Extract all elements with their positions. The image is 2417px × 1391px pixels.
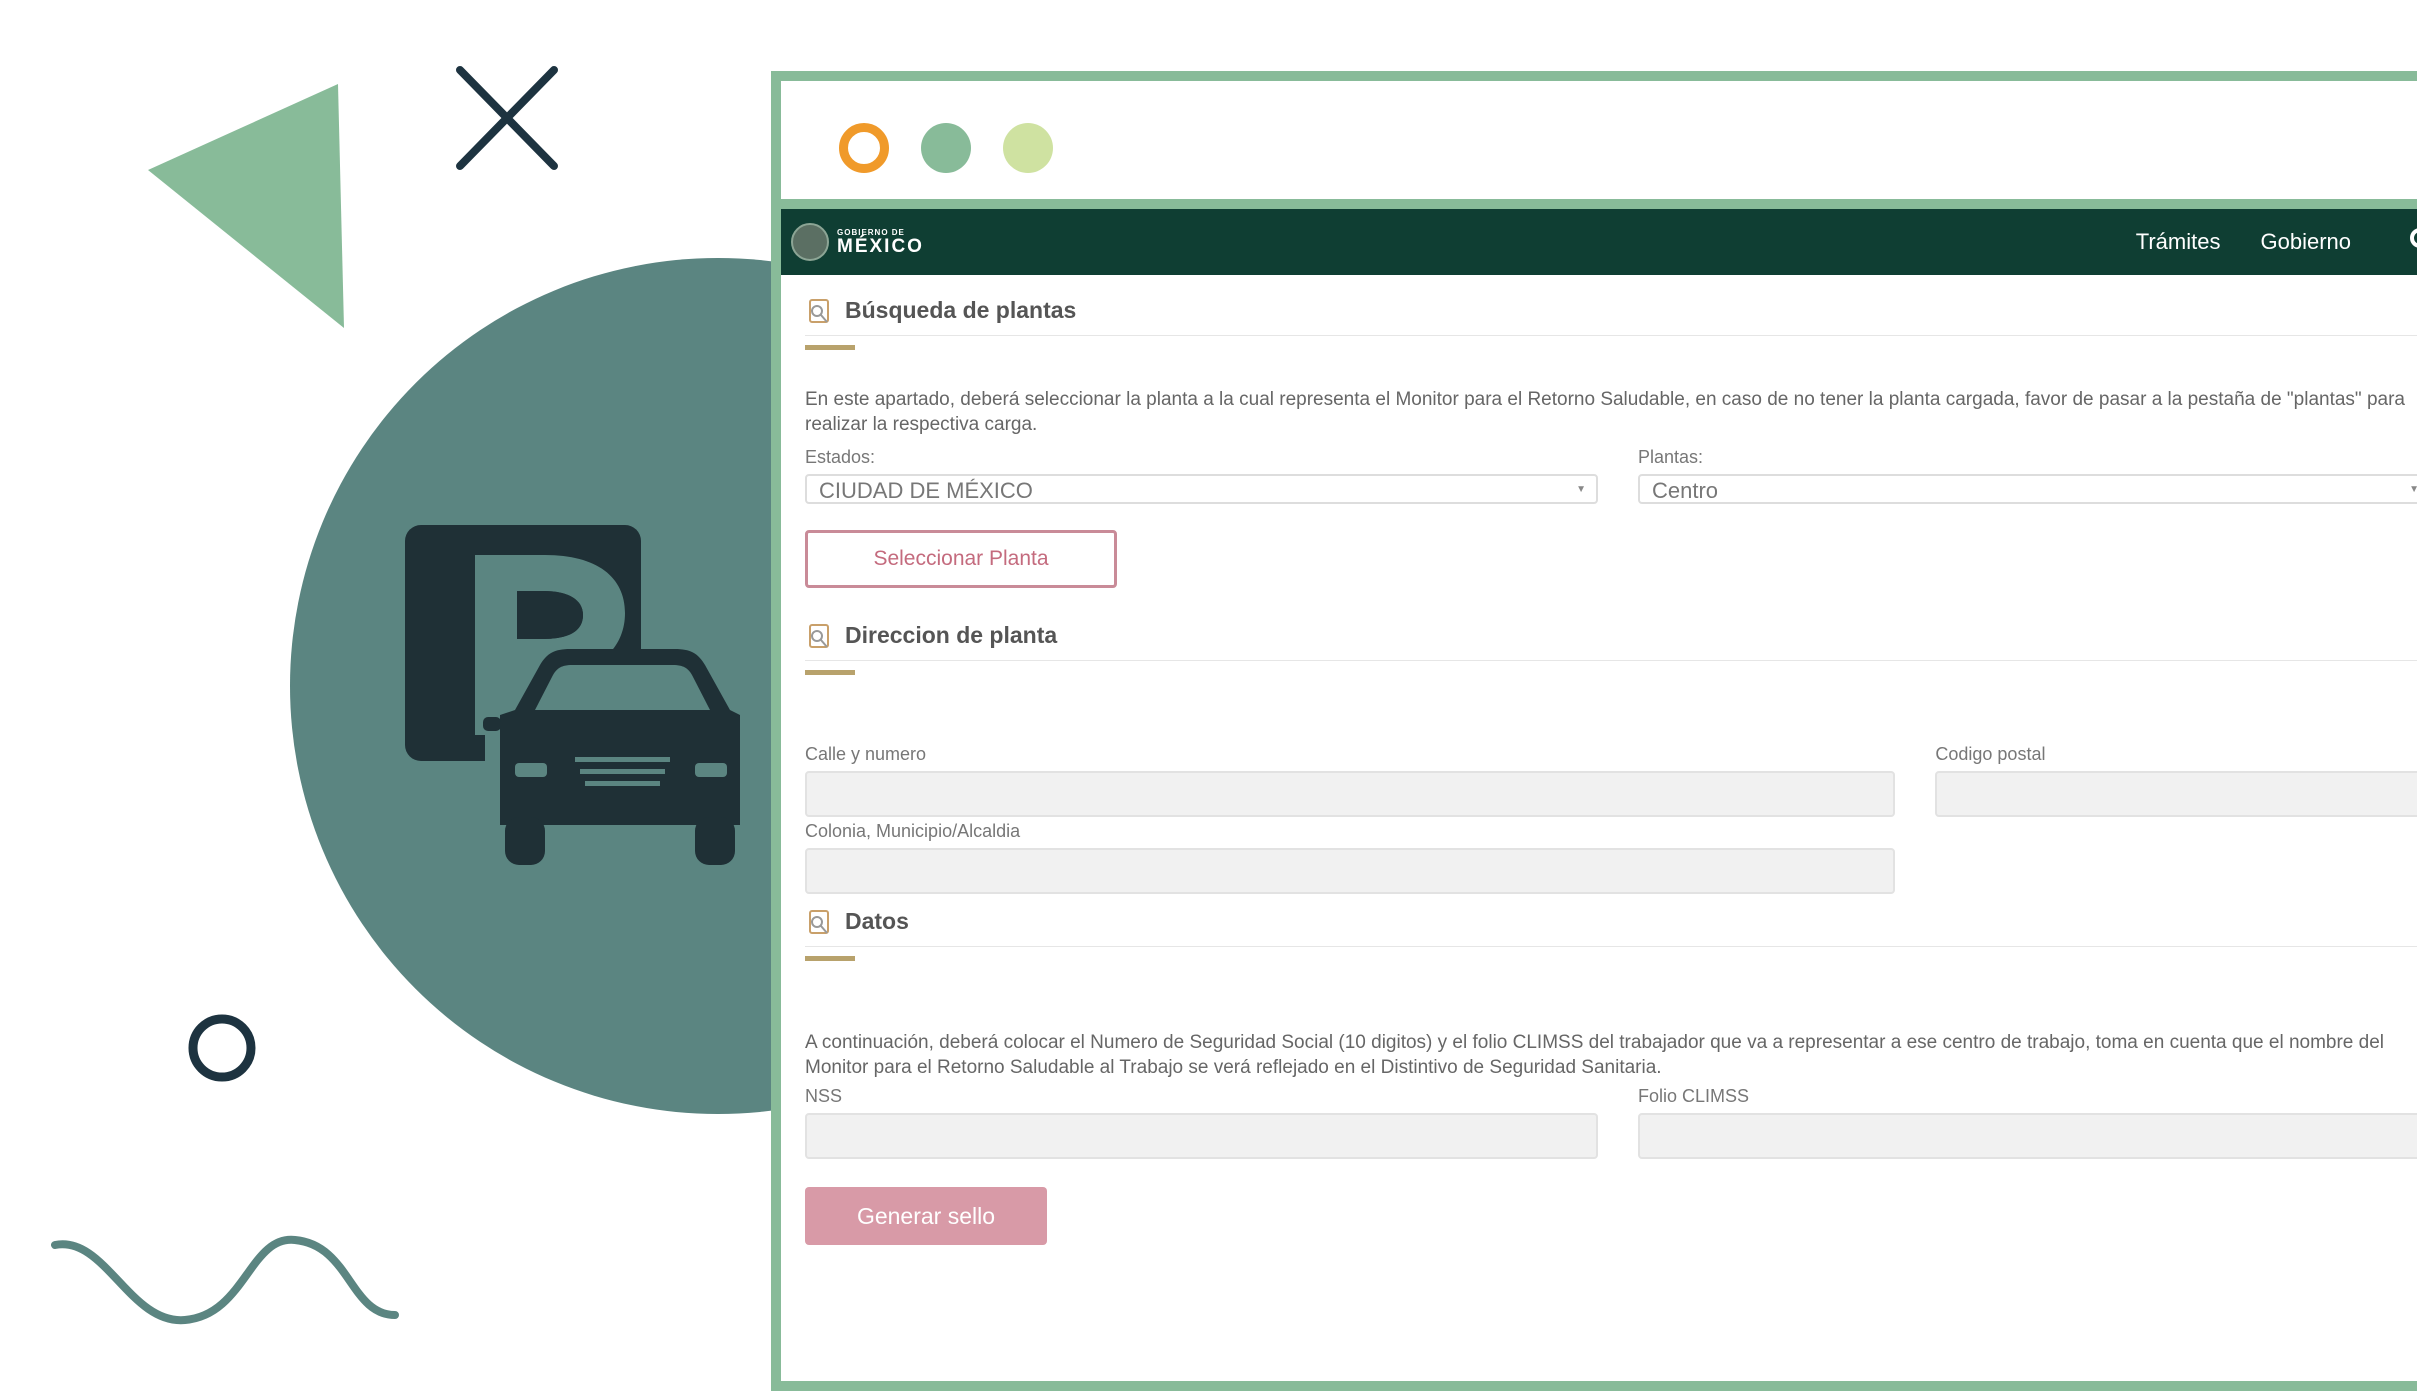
search-icon[interactable] xyxy=(2407,225,2417,257)
ring-icon xyxy=(188,1014,256,1082)
address-row-1: Calle y numero Codigo postal xyxy=(805,744,2417,817)
section-title-busqueda: Búsqueda de plantas xyxy=(845,297,1077,323)
section-accent-bar xyxy=(805,670,855,675)
nss-group: NSS xyxy=(805,1086,1598,1159)
plantas-selected-value: Centro xyxy=(1652,478,1719,503)
plantas-label: Plantas: xyxy=(1638,447,1704,467)
data-row: NSS Folio CLIMSS xyxy=(805,1086,2417,1159)
search-description: En este apartado, deberá seleccionar la … xyxy=(805,389,2405,435)
chevron-down-icon: ▼ xyxy=(2409,484,2417,495)
section-divider xyxy=(805,946,2417,947)
section-divider xyxy=(805,660,2417,661)
section-title-datos: Datos xyxy=(845,908,909,934)
gobierno-logo[interactable]: GOBIERNO DE MÉXICO xyxy=(791,223,924,261)
folio-group: Folio CLIMSS xyxy=(1638,1086,2417,1159)
nss-input[interactable] xyxy=(805,1113,1598,1159)
section-accent-bar xyxy=(805,956,855,961)
section-title-direccion: Direccion de planta xyxy=(845,622,1058,648)
window-dot-orange xyxy=(839,123,889,173)
address-row-2: Colonia, Municipio/Alcaldia xyxy=(805,821,2417,894)
section-accent-bar xyxy=(805,345,855,350)
x-mark-icon xyxy=(456,66,558,170)
zip-group: Codigo postal xyxy=(1935,744,2417,817)
folio-input[interactable] xyxy=(1638,1113,2417,1159)
zip-input[interactable] xyxy=(1935,771,2417,817)
parking-car-icon xyxy=(405,525,740,865)
window-dot-lime xyxy=(1003,123,1053,173)
nav-links: Trámites Gobierno xyxy=(2136,229,2351,255)
seal-icon xyxy=(791,223,829,261)
street-group: Calle y numero xyxy=(805,744,1896,817)
wave-line xyxy=(51,1235,399,1325)
data-description: A continuación, deberá colocar el Numero… xyxy=(805,1032,2384,1078)
logo-text: GOBIERNO DE MÉXICO xyxy=(837,228,924,257)
colony-input[interactable] xyxy=(805,848,1896,894)
browser-window: GOBIERNO DE MÉXICO Trámites Gobierno Bús… xyxy=(771,71,2417,1391)
zip-label: Codigo postal xyxy=(1935,744,2046,764)
section-divider xyxy=(805,335,2417,336)
estados-selected-value: CIUDAD DE MÉXICO xyxy=(819,478,1033,503)
plant-select-row: Estados: CIUDAD DE MÉXICO ▼ Plantas: Cen… xyxy=(805,447,2417,504)
section-header-busqueda: Búsqueda de plantas xyxy=(805,291,2417,379)
estados-label: Estados: xyxy=(805,447,876,467)
nss-label: NSS xyxy=(805,1086,843,1106)
chevron-down-icon: ▼ xyxy=(1576,484,1586,495)
folio-label: Folio CLIMSS xyxy=(1638,1086,1750,1106)
section-header-datos: Datos xyxy=(805,902,2417,990)
plantas-select[interactable]: Centro ▼ xyxy=(1638,474,2417,504)
street-input[interactable] xyxy=(805,771,1896,817)
triangle-shape xyxy=(148,84,344,328)
estados-group: Estados: CIUDAD DE MÉXICO ▼ xyxy=(805,447,1598,504)
window-titlebar xyxy=(781,81,2417,209)
colony-group: Colonia, Municipio/Alcaldia xyxy=(805,821,1896,894)
section-header-direccion: Direccion de planta xyxy=(805,616,2417,704)
form-icon xyxy=(809,910,829,934)
street-label: Calle y numero xyxy=(805,744,927,764)
plantas-group: Plantas: Centro ▼ xyxy=(1638,447,2417,504)
estados-select[interactable]: CIUDAD DE MÉXICO ▼ xyxy=(805,474,1598,504)
page-content: Búsqueda de plantas En este apartado, de… xyxy=(781,275,2417,1245)
nav-link-tramites[interactable]: Trámites xyxy=(2136,229,2221,255)
nav-link-gobierno[interactable]: Gobierno xyxy=(2260,229,2351,255)
site-navbar: GOBIERNO DE MÉXICO Trámites Gobierno xyxy=(781,209,2417,275)
select-plant-button[interactable]: Seleccionar Planta xyxy=(805,530,1117,588)
colony-label: Colonia, Municipio/Alcaldia xyxy=(805,821,1021,841)
form-icon xyxy=(809,624,829,648)
form-icon xyxy=(809,299,829,323)
generate-seal-button[interactable]: Generar sello xyxy=(805,1187,1047,1245)
window-dot-green xyxy=(921,123,971,173)
logo-big-text: MÉXICO xyxy=(837,235,924,257)
